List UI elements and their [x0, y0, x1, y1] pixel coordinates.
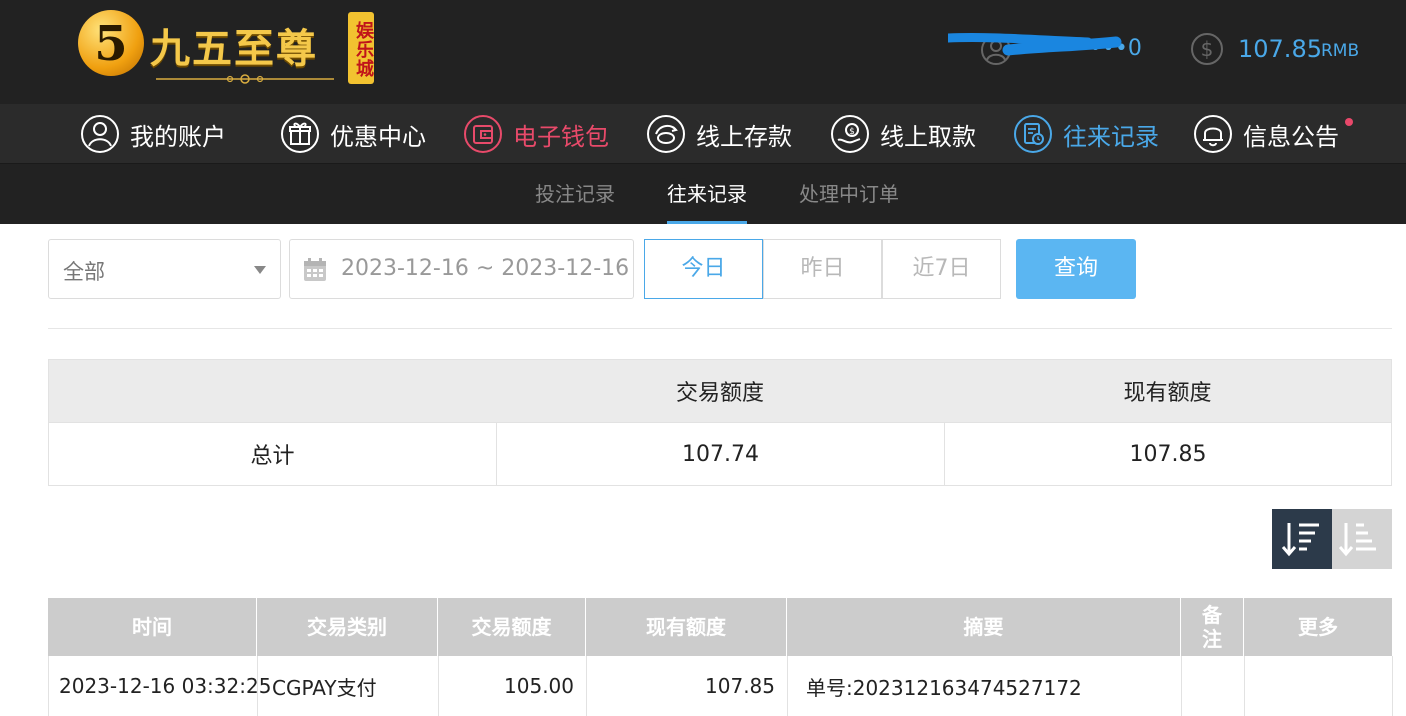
- cell-time: 2023-12-16 03:32:25: [49, 656, 271, 716]
- nav-label: 往来记录: [1063, 122, 1159, 151]
- nav-item-online-deposit[interactable]: 线上存款: [646, 104, 792, 164]
- nav-item-promotions[interactable]: 优惠中心: [280, 104, 426, 164]
- logo-title: 九五至尊: [150, 25, 318, 72]
- cell-balance: 107.85: [587, 656, 788, 716]
- summary-header-cell: 交易额度: [675, 381, 764, 406]
- sort-ascending-button[interactable]: [1332, 509, 1392, 569]
- tab-bet-records[interactable]: 投注记录: [535, 164, 615, 224]
- summary-header-cell: [49, 360, 496, 422]
- balance-amount: 107.85: [1238, 35, 1322, 63]
- caret-down-icon: [254, 266, 266, 274]
- dollar-icon: $: [1191, 33, 1223, 65]
- summary-total-label: 总计: [250, 444, 295, 469]
- main-nav: 我的账户 优惠中心 电子钱包 线上存款 $ 线上取款 往来记录 信息公告: [0, 104, 1406, 164]
- column-header-time[interactable]: 时间: [48, 598, 257, 656]
- svg-text:$: $: [1201, 37, 1214, 61]
- withdraw-icon: $: [831, 115, 869, 153]
- wallet-icon: [464, 115, 502, 153]
- column-header-balance[interactable]: 现有额度: [586, 598, 787, 656]
- nav-item-transaction-records[interactable]: 往来记录: [1013, 104, 1159, 164]
- balance-currency: RMB: [1321, 41, 1360, 61]
- table-row[interactable]: 2023-12-16 03:32:25 CGPAY支付 105.00 107.8…: [48, 656, 1393, 716]
- records-icon: [1014, 115, 1052, 153]
- date-range-input[interactable]: 2023-12-16 ~ 2023-12-16: [289, 239, 634, 299]
- redaction-scribble: [948, 32, 1122, 56]
- column-header-more[interactable]: 更多: [1244, 598, 1392, 656]
- summary-transaction-amount: 107.74: [496, 423, 944, 485]
- quick-yesterday-button[interactable]: 昨日: [763, 239, 882, 299]
- nav-item-my-account[interactable]: 我的账户: [80, 104, 226, 164]
- summary-row: 总计 107.74 107.85: [49, 422, 1391, 485]
- logo-ornament: [156, 74, 334, 84]
- nav-label: 线上取款: [880, 122, 976, 151]
- sort-ascending-icon: [1338, 523, 1376, 557]
- sub-nav: 投注记录 往来记录 处理中订单: [0, 164, 1406, 224]
- nav-label: 电子钱包: [513, 122, 609, 151]
- cell-remarks: [1182, 656, 1245, 716]
- divider: [48, 328, 1392, 329]
- select-value: 全部: [63, 260, 105, 284]
- logo-badge: 娱乐城: [348, 12, 374, 84]
- gift-icon: [281, 115, 319, 153]
- wallet-balance: $ 107.85 RMB: [1190, 30, 1390, 70]
- nav-label: 线上存款: [696, 122, 792, 151]
- quick-last-7-days-button[interactable]: 近7日: [882, 239, 1001, 299]
- user-icon: [81, 115, 119, 153]
- sort-descending-button[interactable]: [1272, 509, 1332, 569]
- cell-summary: 单号:202312163474527172: [788, 656, 1182, 716]
- cell-more[interactable]: [1245, 656, 1393, 716]
- deposit-icon: [647, 115, 685, 153]
- tab-pending-orders[interactable]: 处理中订单: [799, 164, 899, 224]
- cell-amount: 105.00: [439, 656, 587, 716]
- column-header-remarks[interactable]: 备注: [1181, 598, 1244, 656]
- logo-numeral: 5: [94, 16, 128, 72]
- nav-label: 信息公告: [1243, 122, 1339, 151]
- bell-icon: [1194, 115, 1232, 153]
- query-button[interactable]: 查询: [1016, 239, 1136, 299]
- summary-current-balance: 107.85: [944, 423, 1391, 485]
- site-logo[interactable]: 5 九五至尊 娱乐城: [78, 10, 378, 88]
- column-header-type[interactable]: 交易类别: [257, 598, 438, 656]
- nav-item-online-withdraw[interactable]: $ 线上取款: [830, 104, 976, 164]
- nav-label: 优惠中心: [330, 122, 426, 151]
- tab-transaction-records[interactable]: 往来记录: [667, 164, 747, 224]
- quick-today-button[interactable]: 今日: [644, 239, 763, 299]
- sort-descending-icon: [1281, 523, 1319, 557]
- cell-type: CGPAY支付: [258, 656, 439, 716]
- transaction-type-select[interactable]: 全部: [48, 239, 281, 299]
- summary-header-cell: 现有额度: [1123, 381, 1212, 406]
- top-header: 5 九五至尊 娱乐城 ••••••••0 $ 107.85 RMB: [0, 0, 1406, 104]
- calendar-icon: [304, 258, 326, 281]
- summary-table: 交易额度 现有额度 总计 107.74 107.85: [48, 359, 1392, 486]
- column-header-summary[interactable]: 摘要: [787, 598, 1181, 656]
- nav-label: 我的账户: [130, 122, 226, 151]
- notification-dot: [1345, 118, 1353, 126]
- nav-item-e-wallet[interactable]: 电子钱包: [463, 104, 609, 164]
- svg-text:$: $: [849, 127, 855, 137]
- date-range-value: 2023-12-16 ~ 2023-12-16: [341, 256, 630, 281]
- column-header-amount[interactable]: 交易额度: [438, 598, 586, 656]
- records-table-header: 时间 交易类别 交易额度 现有额度 摘要 备注 更多: [48, 598, 1392, 656]
- user-account[interactable]: ••••••••0: [948, 30, 1142, 70]
- nav-item-announcements[interactable]: 信息公告: [1193, 104, 1353, 164]
- summary-header: 交易额度 现有额度: [49, 360, 1391, 422]
